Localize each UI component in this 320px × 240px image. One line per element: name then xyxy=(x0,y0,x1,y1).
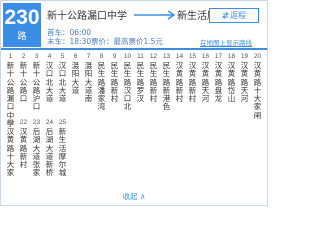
stop-name: 民生路新村 xyxy=(110,61,119,104)
stop-number: 11 xyxy=(137,53,144,60)
stop-name: 后湖大道新桥 xyxy=(45,127,54,178)
stop-number: 15 xyxy=(188,53,197,60)
stop-number: 17 xyxy=(214,53,223,60)
route-header: 230 路 新十公路漏口中学 新生活摩尔城 返程 首车：06:00 末车：18:… xyxy=(1,1,267,50)
stop-name: 汉口北大道 xyxy=(58,61,67,104)
stop-name: 滠阳大道 xyxy=(71,61,80,95)
stop-name: 新十公路沪口 xyxy=(32,61,41,112)
swap-icon xyxy=(222,12,229,19)
stop-number: 13 xyxy=(162,53,171,60)
stop-name: 汉口北大道 xyxy=(45,61,54,104)
stop-number: 7 xyxy=(86,53,91,60)
collapse-button[interactable]: 收起 ∧ xyxy=(1,189,267,205)
stop-name: 民生路罗汉 xyxy=(136,61,145,104)
stop-name: 后湖大道张家 xyxy=(32,127,41,178)
last-bus-time: 末车：18:30 xyxy=(47,37,92,46)
stop-name: 民生路新港色 xyxy=(162,61,171,112)
fare-info: 票价：最高票价1.5元 xyxy=(91,37,163,46)
stop-name: 汉黄路天河 xyxy=(240,61,249,104)
stop-number: 22 xyxy=(19,119,28,126)
stop-name: 汉黄路十大家 xyxy=(6,127,15,178)
stop-name: 新十公路口 xyxy=(19,61,28,104)
stop-number: 5 xyxy=(60,53,65,60)
show-route-on-map-link[interactable]: 在地图上显示路线 xyxy=(200,37,252,47)
stop-name: 汉黄路新村 xyxy=(19,127,28,170)
stop-number: 18 xyxy=(227,53,236,60)
route-number: 230 xyxy=(4,6,40,29)
stop-number: 20 xyxy=(253,53,262,60)
stop-number: 24 xyxy=(45,119,54,126)
header-divider xyxy=(1,48,267,50)
stop-number: 3 xyxy=(34,53,39,60)
stop-name: 汉黄路新村 xyxy=(175,61,184,104)
route-suffix: 路 xyxy=(17,32,27,42)
stop-number: 6 xyxy=(73,53,78,60)
stop-number: 19 xyxy=(240,53,249,60)
stop-number: 4 xyxy=(47,53,52,60)
stop-number: 9 xyxy=(112,53,117,60)
return-trip-button[interactable]: 返程 xyxy=(209,8,259,23)
stop-number: 25 xyxy=(58,119,67,126)
stop-name: 民生路潘家湾 xyxy=(97,61,106,112)
stop-name: 汉黄路盘龙 xyxy=(214,61,223,104)
stop-number: 23 xyxy=(32,119,41,126)
stop-name: 新生活摩尔城 xyxy=(58,127,67,178)
stop-number: 16 xyxy=(201,53,210,60)
stop-number: 21 xyxy=(6,119,15,126)
stop-number: 8 xyxy=(99,53,104,60)
stop-name: 汉黄路岱山 xyxy=(227,61,236,104)
stop-name: 汉黄路新村 xyxy=(188,61,197,104)
stop-name: 汉黄路十大家闸 xyxy=(253,61,262,120)
stop-number: 2 xyxy=(21,53,26,60)
route-number-badge: 230 路 xyxy=(3,3,41,47)
stop-name: 民生路新村 xyxy=(149,61,158,104)
stop-name: 汉黄路天河 xyxy=(201,61,210,104)
return-trip-label: 返程 xyxy=(230,11,246,20)
stop-name: 滠阳大道南 xyxy=(84,61,93,104)
stop-number: 12 xyxy=(149,53,158,60)
stop-name: 民生路汉口北 xyxy=(123,61,132,112)
direction-arrow-icon xyxy=(134,10,176,20)
bus-route-card: 230 路 新十公路漏口中学 新生活摩尔城 返程 首车：06:00 末车：18:… xyxy=(0,0,268,206)
stop-number: 1 xyxy=(8,53,13,60)
origin-stop: 新十公路漏口中学 xyxy=(47,11,127,22)
stop-number: 10 xyxy=(123,53,132,60)
stop-number: 14 xyxy=(175,53,184,60)
